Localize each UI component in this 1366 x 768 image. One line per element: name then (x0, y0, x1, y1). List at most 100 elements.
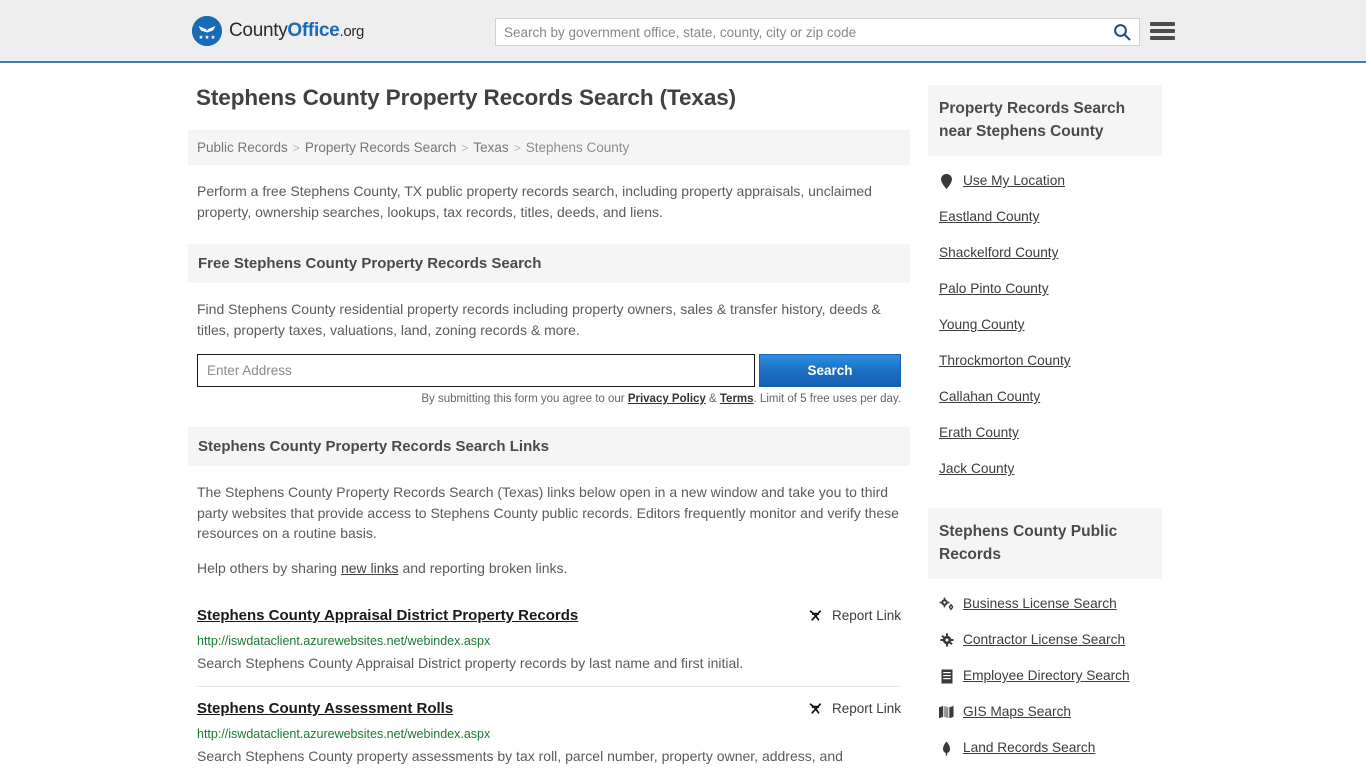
sidebar-item-label[interactable]: Jack County (939, 460, 1014, 478)
sidebar-item-label[interactable]: Use My Location (963, 172, 1065, 190)
sidebar-item-palo-pinto-county[interactable]: Palo Pinto County (928, 271, 1162, 307)
breadcrumb-item-property-records-search[interactable]: Property Records Search (305, 140, 457, 155)
help-prefix: Help others by sharing (197, 559, 341, 576)
sidebar-item-use-my-location[interactable]: Use My Location (928, 163, 1162, 199)
sidebar-item-label[interactable]: Erath County (939, 424, 1019, 442)
site-header: CountyOffice.org (0, 0, 1366, 63)
list-item: Stephens County Assessment Rolls Report … (197, 687, 901, 768)
terms-link[interactable]: Terms (720, 393, 754, 405)
sidebar-item-young-county[interactable]: Young County (928, 307, 1162, 343)
help-suffix: and reporting broken links. (398, 559, 568, 576)
result-title-link[interactable]: Stephens County Assessment Rolls (197, 699, 453, 719)
search-icon (1114, 24, 1131, 41)
sidebar-item-erath-county[interactable]: Erath County (928, 415, 1162, 451)
main-content: Stephens County Property Records Search … (188, 85, 910, 768)
property-records-link-list: Stephens County Appraisal District Prope… (188, 592, 910, 768)
sidebar-item-label[interactable]: GIS Maps Search (963, 703, 1071, 721)
sidebar-item-label[interactable]: Contractor License Search (963, 631, 1125, 649)
free-search-description: Find Stephens County residential propert… (197, 301, 881, 338)
breadcrumb-separator-3: > (513, 141, 521, 155)
sidebar-item-label[interactable]: Shackelford County (939, 244, 1058, 262)
book-icon (939, 669, 954, 684)
report-link-button[interactable]: Report Link (807, 607, 901, 624)
sidebar-item-label[interactable]: Callahan County (939, 388, 1040, 406)
sidebar-item-label[interactable]: Eastland County (939, 208, 1039, 226)
free-search-heading: Free Stephens County Property Records Se… (188, 244, 910, 283)
address-search-input[interactable] (197, 354, 755, 387)
site-logo[interactable]: CountyOffice.org (192, 15, 364, 46)
sidebar-item-business-license-search[interactable]: Business License Search (928, 586, 1162, 622)
breadcrumb-separator-1: > (292, 141, 300, 155)
gear-icon (939, 633, 954, 647)
result-title-link[interactable]: Stephens County Appraisal District Prope… (197, 606, 578, 626)
sidebar-item-shackelford-county[interactable]: Shackelford County (928, 235, 1162, 271)
form-note-suffix: . Limit of 5 free uses per day. (753, 393, 901, 405)
links-section-body: The Stephens County Property Records Sea… (188, 466, 910, 578)
sidebar-item-label[interactable]: Throckmorton County (939, 352, 1071, 370)
links-section-heading: Stephens County Property Records Search … (188, 427, 910, 466)
report-link-button[interactable]: Report Link (807, 700, 901, 717)
hamburger-bar-2 (1150, 29, 1175, 33)
map-icon (939, 705, 954, 719)
links-section-help: Help others by sharing new links and rep… (197, 558, 901, 579)
address-search-button[interactable]: Search (759, 354, 901, 387)
new-links-link[interactable]: new links (341, 560, 399, 576)
hamburger-menu-icon[interactable] (1150, 20, 1175, 42)
form-note-prefix: By submitting this form you agree to our (421, 393, 628, 405)
logo-text-org: .org (339, 22, 365, 40)
sidebar-item-label[interactable]: Business License Search (963, 595, 1117, 613)
sidebar-item-contractor-license-search[interactable]: Contractor License Search (928, 622, 1162, 658)
breadcrumb-item-public-records[interactable]: Public Records (197, 140, 288, 155)
result-url: http://iswdataclient.azurewebsites.net/w… (197, 634, 491, 648)
sidebar-item-eastland-county[interactable]: Eastland County (928, 199, 1162, 235)
sidebar-card-nearby: Property Records Search near Stephens Co… (928, 85, 1162, 487)
links-section-paragraph: The Stephens County Property Records Sea… (197, 484, 899, 541)
privacy-policy-link[interactable]: Privacy Policy (628, 393, 706, 405)
global-search-button[interactable] (1105, 19, 1139, 45)
page-intro-text: Perform a free Stephens County, TX publi… (197, 183, 872, 220)
free-search-body: Find Stephens County residential propert… (188, 283, 910, 340)
breadcrumb-item-texas[interactable]: Texas (473, 140, 508, 155)
sidebar: Property Records Search near Stephens Co… (928, 85, 1162, 768)
global-search-bar[interactable] (495, 18, 1140, 46)
sidebar-nearby-heading: Property Records Search near Stephens Co… (928, 85, 1162, 156)
address-search-form: Search (188, 354, 910, 387)
breadcrumb: Public Records > Property Records Search > T… (188, 130, 910, 165)
sidebar-item-employee-directory-search[interactable]: Employee Directory Search (928, 658, 1162, 694)
page-title: Stephens County Property Records Search … (196, 85, 737, 110)
gears-icon (939, 597, 954, 611)
sidebar-item-jack-county[interactable]: Jack County (928, 451, 1162, 487)
result-description: Search Stephens County property assessme… (197, 748, 843, 764)
sidebar-item-label[interactable]: Young County (939, 316, 1025, 334)
sidebar-item-label[interactable]: Land Records Search (963, 739, 1095, 757)
land-icon (939, 741, 954, 756)
broken-link-icon (809, 703, 822, 714)
page-body: Stephens County Property Records Search … (0, 63, 1366, 768)
logo-text-office: Office (287, 19, 340, 41)
result-url: http://iswdataclient.azurewebsites.net/w… (197, 727, 491, 741)
hamburger-bar-1 (1150, 22, 1175, 26)
form-legal-note: By submitting this form you agree to our… (188, 393, 910, 405)
sidebar-public-records-heading: Stephens County Public Records (928, 508, 1162, 579)
sidebar-item-gis-maps-search[interactable]: GIS Maps Search (928, 694, 1162, 730)
hamburger-bar-3 (1150, 36, 1175, 40)
sidebar-public-records-list: Business License Search Contractor Licen… (928, 579, 1162, 766)
list-item: Stephens County Appraisal District Prope… (197, 596, 901, 687)
report-link-label: Report Link (831, 701, 901, 716)
result-description: Search Stephens County Appraisal Distric… (197, 655, 744, 671)
sidebar-item-land-records-search[interactable]: Land Records Search (928, 730, 1162, 766)
sidebar-item-label[interactable]: Employee Directory Search (963, 667, 1130, 685)
breadcrumb-current: Stephens County (525, 140, 630, 155)
sidebar-item-label[interactable]: Palo Pinto County (939, 280, 1049, 298)
breadcrumb-separator-2: > (461, 141, 469, 155)
broken-link-icon (809, 610, 822, 621)
map-pin-icon (939, 173, 954, 189)
site-logo-text: CountyOffice.org (229, 20, 364, 42)
logo-text-county: County (229, 19, 288, 41)
sidebar-card-public-records: Stephens County Public Records Business … (928, 508, 1162, 766)
form-note-amp: & (705, 393, 720, 405)
global-search-input[interactable] (496, 19, 1105, 45)
sidebar-nearby-list: Use My Location Eastland County Shackelf… (928, 156, 1162, 487)
sidebar-item-throckmorton-county[interactable]: Throckmorton County (928, 343, 1162, 379)
sidebar-item-callahan-county[interactable]: Callahan County (928, 379, 1162, 415)
